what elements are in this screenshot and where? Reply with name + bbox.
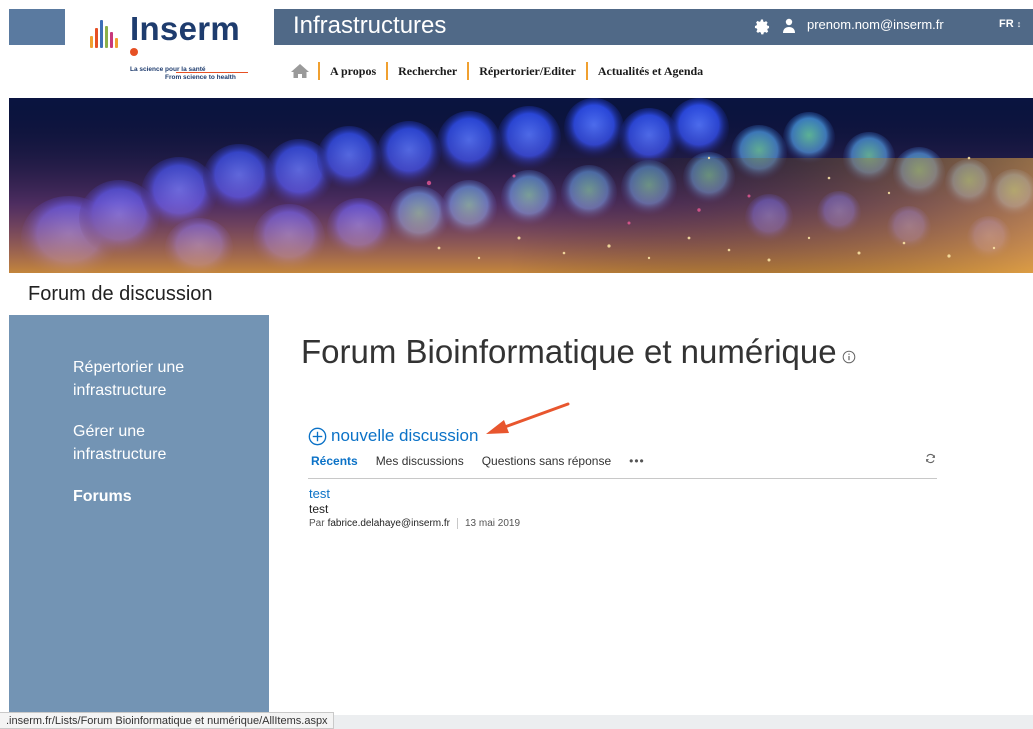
post-by-prefix: Par: [309, 518, 325, 529]
page-title: Forum Bioinformatique et numérique: [301, 333, 837, 370]
plus-circle-icon: [308, 427, 327, 445]
hero-banner-image: [9, 98, 1033, 273]
gear-icon[interactable]: [753, 18, 771, 36]
home-icon[interactable]: [290, 63, 310, 79]
nav-separator: [386, 62, 389, 80]
logo-dot: [130, 48, 138, 56]
nav-item-rechercher[interactable]: Rechercher: [398, 64, 457, 79]
more-options-button[interactable]: •••: [629, 454, 645, 468]
post-date: 13 mai 2019: [465, 518, 521, 529]
tabs-divider: [308, 478, 937, 479]
updown-chevron-icon: ↕: [1016, 19, 1022, 29]
sidebar-item-repertorier[interactable]: Répertorier une infrastructure: [73, 356, 223, 402]
site-title[interactable]: Infrastructures: [293, 12, 446, 40]
annotation-arrow-icon: [486, 402, 570, 434]
tab-questions-sans-reponse[interactable]: Questions sans réponse: [482, 454, 611, 468]
sidebar-item-forums[interactable]: Forums: [73, 485, 223, 508]
post-body: test: [309, 502, 329, 516]
sidebar: Répertorier une infrastructure Gérer une…: [9, 315, 269, 720]
top-bar: Infrastructures prenom.nom@inserm.fr FR …: [274, 9, 1033, 45]
nav-separator: [318, 62, 320, 80]
list-item: test test Par fabrice.delahaye@inserm.fr…: [309, 486, 520, 529]
meta-separator: [457, 518, 458, 529]
post-author-link[interactable]: fabrice.delahaye@inserm.fr: [328, 518, 450, 529]
new-discussion-label: nouvelle discussion: [331, 426, 479, 445]
refresh-icon[interactable]: [925, 453, 936, 464]
header-left-block: [9, 9, 65, 45]
info-icon[interactable]: [842, 350, 856, 364]
nav-item-repertorier[interactable]: Répertorier/Editer: [479, 64, 576, 79]
nav-separator: [467, 62, 470, 80]
user-icon[interactable]: [782, 18, 796, 34]
new-discussion-button[interactable]: nouvelle discussion: [308, 426, 478, 446]
sidebar-item-gerer[interactable]: Gérer une infrastructure: [73, 420, 223, 466]
post-meta: Par fabrice.delahaye@inserm.fr 13 mai 20…: [309, 518, 520, 529]
logo-tagline-en: From science to health: [165, 74, 236, 81]
logo-bars-icon: [90, 18, 118, 48]
tab-mes-discussions[interactable]: Mes discussions: [376, 454, 464, 468]
post-title-link[interactable]: test: [309, 486, 520, 501]
logo-tagline-rule: [176, 72, 248, 73]
tab-recents[interactable]: Récents: [311, 454, 358, 468]
nav-item-actualites[interactable]: Actualités et Agenda: [598, 64, 703, 79]
user-email[interactable]: prenom.nom@inserm.fr: [807, 17, 944, 32]
main-nav: A propos Rechercher Répertorier/Editer A…: [290, 60, 713, 82]
nav-separator: [585, 62, 588, 80]
logo-wordmark: Inserm: [130, 10, 241, 47]
language-label: FR: [999, 18, 1014, 30]
discussion-tabs: Récents Mes discussions Questions sans r…: [311, 454, 645, 468]
inserm-logo[interactable]: Inserm La science pour la santé From sci…: [86, 10, 256, 92]
nav-item-a-propos[interactable]: A propos: [330, 64, 376, 79]
status-bar-url: .inserm.fr/Lists/Forum Bioinformatique e…: [0, 712, 334, 729]
language-selector[interactable]: FR ↕: [999, 18, 1021, 30]
section-title: Forum de discussion: [28, 283, 213, 305]
